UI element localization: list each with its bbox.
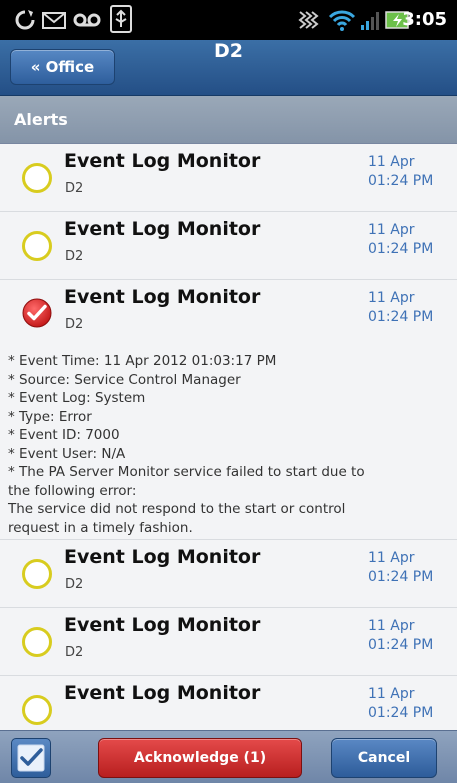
alert-item[interactable]: Event Log Monitor 11 Apr 01:24 PM xyxy=(0,676,457,730)
detail-line: * Event ID: 7000 xyxy=(8,427,120,443)
alert-title: Event Log Monitor xyxy=(64,682,261,704)
title-bar: « Office D2 xyxy=(0,40,457,96)
alert-datetime: 11 Apr 01:24 PM xyxy=(368,685,448,723)
checkmark-icon xyxy=(17,744,45,772)
detail-line: * Event User: N/A xyxy=(8,445,126,462)
alert-item[interactable]: Event Log Monitor D2 11 Apr 01:24 PM xyxy=(0,212,457,280)
alert-title: Event Log Monitor xyxy=(64,286,261,308)
clock: 3:05 xyxy=(402,9,447,30)
alert-item[interactable]: Event Log Monitor D2 11 Apr 01:24 PM xyxy=(0,144,457,212)
unchecked-circle-icon[interactable] xyxy=(22,163,52,193)
alert-date: 11 Apr xyxy=(368,154,415,170)
alert-time: 01:24 PM xyxy=(368,569,434,585)
alert-date: 11 Apr xyxy=(368,550,415,566)
unchecked-circle-icon[interactable] xyxy=(22,559,52,589)
checked-circle-icon[interactable] xyxy=(21,297,53,329)
alert-title: Event Log Monitor xyxy=(64,546,261,568)
alert-date: 11 Apr xyxy=(368,686,415,702)
wifi-icon xyxy=(328,9,356,35)
alert-details: * Event Time: 11 Apr 2012 01:03:17 PM * … xyxy=(8,352,448,537)
signal-icon xyxy=(360,9,382,35)
alert-time: 01:24 PM xyxy=(368,705,434,721)
alert-list[interactable]: Event Log Monitor D2 11 Apr 01:24 PM Eve… xyxy=(0,144,457,730)
back-button[interactable]: « Office xyxy=(10,49,115,85)
alert-item-expanded[interactable]: Event Log Monitor D2 11 Apr 01:24 PM * E… xyxy=(0,280,457,540)
alert-time: 01:24 PM xyxy=(368,309,434,325)
alert-title: Event Log Monitor xyxy=(64,218,261,240)
unchecked-circle-icon[interactable] xyxy=(22,627,52,657)
detail-line: * Event Time: 11 Apr 2012 01:03:17 PM xyxy=(8,353,277,369)
select-all-checkbox[interactable] xyxy=(11,738,51,778)
cancel-button[interactable]: Cancel xyxy=(331,738,437,778)
alert-subtitle: D2 xyxy=(65,577,84,592)
acknowledge-button[interactable]: Acknowledge (1) xyxy=(98,738,302,778)
alert-date: 11 Apr xyxy=(368,222,415,238)
alert-subtitle: D2 xyxy=(65,249,84,264)
status-bar: 3:05 xyxy=(0,0,457,40)
voicemail-icon xyxy=(72,9,102,35)
detail-line: * The PA Server Monitor service failed t… xyxy=(8,464,365,480)
alert-datetime: 11 Apr 01:24 PM xyxy=(368,549,448,587)
detail-line: request in a timely fashion. xyxy=(8,519,193,536)
mail-icon xyxy=(42,9,66,35)
detail-line: * Event Log: System xyxy=(8,390,146,406)
alert-datetime: 11 Apr 01:24 PM xyxy=(368,617,448,655)
sync-icon xyxy=(14,9,36,35)
detail-line: The service did not respond to the start… xyxy=(8,501,346,517)
alert-item[interactable]: Event Log Monitor D2 11 Apr 01:24 PM xyxy=(0,540,457,608)
detail-line: * Type: Error xyxy=(8,408,92,425)
section-header: Alerts xyxy=(0,96,457,144)
alert-datetime: 11 Apr 01:24 PM xyxy=(368,153,448,191)
alert-datetime: 11 Apr 01:24 PM xyxy=(368,289,448,327)
alert-item[interactable]: Event Log Monitor D2 11 Apr 01:24 PM xyxy=(0,608,457,676)
alert-date: 11 Apr xyxy=(368,618,415,634)
detail-line: the following error: xyxy=(8,482,137,499)
alert-time: 01:24 PM xyxy=(368,241,434,257)
unchecked-circle-icon[interactable] xyxy=(22,231,52,261)
alert-time: 01:24 PM xyxy=(368,173,434,189)
alert-subtitle: D2 xyxy=(65,181,84,196)
detail-line: * Source: Service Control Manager xyxy=(8,371,241,388)
alert-subtitle: D2 xyxy=(65,645,84,660)
unchecked-circle-icon[interactable] xyxy=(22,695,52,725)
alert-datetime: 11 Apr 01:24 PM xyxy=(368,221,448,259)
alert-time: 01:24 PM xyxy=(368,637,434,653)
alert-date: 11 Apr xyxy=(368,290,415,306)
vibrate-icon xyxy=(296,9,322,35)
bottom-action-bar: Acknowledge (1) Cancel xyxy=(0,730,457,783)
alert-subtitle: D2 xyxy=(65,317,84,332)
alert-title: Event Log Monitor xyxy=(64,150,261,172)
usb-icon xyxy=(110,5,132,37)
alert-title: Event Log Monitor xyxy=(64,614,261,636)
